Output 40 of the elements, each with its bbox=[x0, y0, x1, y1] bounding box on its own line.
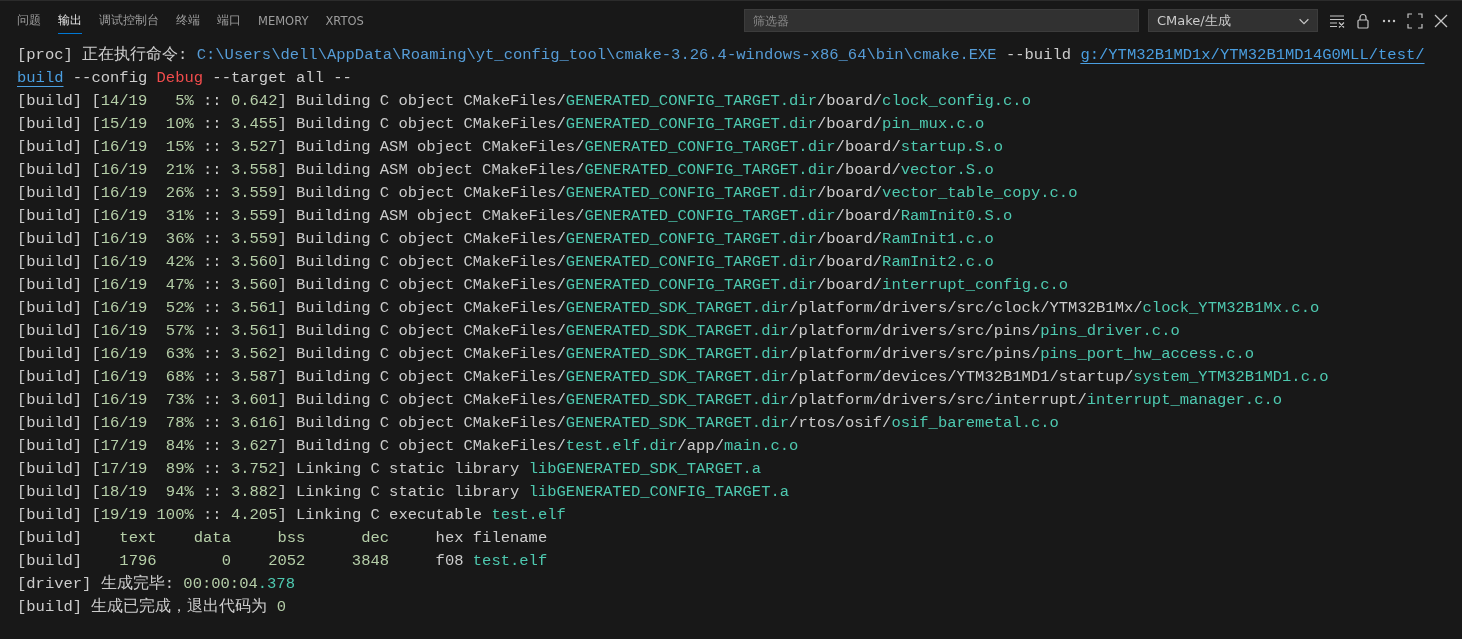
log-line: [build] 1796 0 2052 3848 f08 test.elf bbox=[17, 551, 549, 572]
log-line: [build] [15/19 10% :: 3.455] Building C object CMakeFiles/GENERATED_CONFIG_TARGET.dir/board/pin_mux.c.o bbox=[17, 114, 986, 135]
clear-output-icon[interactable] bbox=[1329, 12, 1345, 29]
log-line: [build] 生成已完成，退出代码为 0 bbox=[17, 596, 288, 618]
filter-field[interactable]: 筛选器 bbox=[744, 9, 1139, 32]
log-line: [build] [16/19 52% :: 3.561] Building C object CMakeFiles/GENERATED_SDK_TARGET.dir/platform/drivers/src/clock/YTM32B1Mx/clock_YTM32B1Mx.c.o bbox=[17, 298, 1321, 319]
lock-icon[interactable] bbox=[1355, 12, 1371, 29]
log-line: [build] [17/19 84% :: 3.627] Building C object CMakeFiles/test.elf.dir/app/main.c.o bbox=[17, 436, 800, 457]
log-line: [build] [16/19 36% :: 3.559] Building C object CMakeFiles/GENERATED_CONFIG_TARGET.dir/board/RamInit1.c.o bbox=[17, 229, 995, 250]
panel-tab[interactable]: 调试控制台 bbox=[91, 7, 167, 34]
panel-tab[interactable]: MEMORY bbox=[250, 7, 317, 34]
path-link[interactable]: build bbox=[17, 69, 64, 87]
output-channel-dropdown[interactable]: CMake/生成 bbox=[1148, 9, 1318, 32]
log-line: [build] [18/19 94% :: 3.882] Linking C static library libGENERATED_CONFIG_TARGET.a bbox=[17, 482, 791, 503]
panel-tab[interactable]: 终端 bbox=[168, 7, 208, 34]
panel-tab[interactable]: 输出 bbox=[50, 7, 90, 34]
log-line: build --config Debug --target all -- bbox=[17, 68, 353, 89]
panel-tab[interactable]: XRTOS bbox=[317, 7, 372, 34]
log-line: [build] [16/19 47% :: 3.560] Building C object CMakeFiles/GENERATED_CONFIG_TARGET.dir/board/interrupt_config.c.o bbox=[17, 275, 1070, 296]
log-line: [build] [16/19 68% :: 3.587] Building C object CMakeFiles/GENERATED_SDK_TARGET.dir/platform/devices/YTM32B1MD1/startup/system_YTM32B1MD1.c.o bbox=[17, 367, 1330, 388]
log-line: [driver] 生成完毕: 00:00:04.378 bbox=[17, 573, 296, 595]
maximize-icon[interactable] bbox=[1407, 12, 1423, 29]
log-line: [build] [16/19 57% :: 3.561] Building C object CMakeFiles/GENERATED_SDK_TARGET.dir/platform/drivers/src/pins/pins_driver.c.o bbox=[17, 321, 1181, 342]
log-line: [build] [17/19 89% :: 3.752] Linking C static library libGENERATED_SDK_TARGET.a bbox=[17, 459, 763, 480]
log-line: [build] [16/19 78% :: 3.616] Building C object CMakeFiles/GENERATED_SDK_TARGET.dir/rtos/osif/osif_baremetal.c.o bbox=[17, 413, 1060, 434]
log-line: [build] [16/19 73% :: 3.601] Building C object CMakeFiles/GENERATED_SDK_TARGET.dir/platform/drivers/src/interrupt/interrupt_manager.c.o bbox=[17, 390, 1284, 411]
close-icon[interactable] bbox=[1433, 12, 1449, 29]
log-line: [proc] 正在执行命令: C:\Users\dell\AppData\Roaming\yt_config_tool\cmake-3.26.4-windows-x86_64\bin\cmake.EXE --build g:/YTM32B1MD1x/YTM32B1MD14G0MLL/test/ bbox=[17, 45, 1426, 66]
log-line: [build] [14/19 5% :: 0.642] Building C object CMakeFiles/GENERATED_CONFIG_TARGET.dir/board/clock_config.c.o bbox=[17, 91, 1032, 112]
panel-tab[interactable]: 端口 bbox=[209, 7, 249, 34]
log-line: [build] [16/19 15% :: 3.527] Building ASM object CMakeFiles/GENERATED_CONFIG_TARGET.dir/board/startup.S.o bbox=[17, 137, 1005, 158]
panel-tab[interactable]: 问题 bbox=[9, 7, 49, 34]
log-line: [build] [16/19 31% :: 3.559] Building ASM object CMakeFiles/GENERATED_CONFIG_TARGET.dir/board/RamInit0.S.o bbox=[17, 206, 1014, 227]
log-line: [build] [16/19 42% :: 3.560] Building C object CMakeFiles/GENERATED_CONFIG_TARGET.dir/board/RamInit2.c.o bbox=[17, 252, 995, 273]
log-line: [build] [16/19 26% :: 3.559] Building C object CMakeFiles/GENERATED_CONFIG_TARGET.dir/board/vector_table_copy.c.o bbox=[17, 183, 1079, 204]
log-line: [build] [16/19 21% :: 3.558] Building ASM object CMakeFiles/GENERATED_CONFIG_TARGET.dir/board/vector.S.o bbox=[17, 160, 995, 181]
path-link[interactable]: g:/YTM32B1MD1x/YTM32B1MD14G0MLL/test/ bbox=[1080, 46, 1425, 64]
log-line: [build] text data bss dec hex filename bbox=[17, 528, 549, 549]
log-line: [build] [16/19 63% :: 3.562] Building C object CMakeFiles/GENERATED_SDK_TARGET.dir/platform/drivers/src/pins/pins_port_hw_access.c.o bbox=[17, 344, 1256, 365]
log-line: [build] [19/19 100% :: 4.205] Linking C executable test.elf bbox=[17, 505, 567, 526]
